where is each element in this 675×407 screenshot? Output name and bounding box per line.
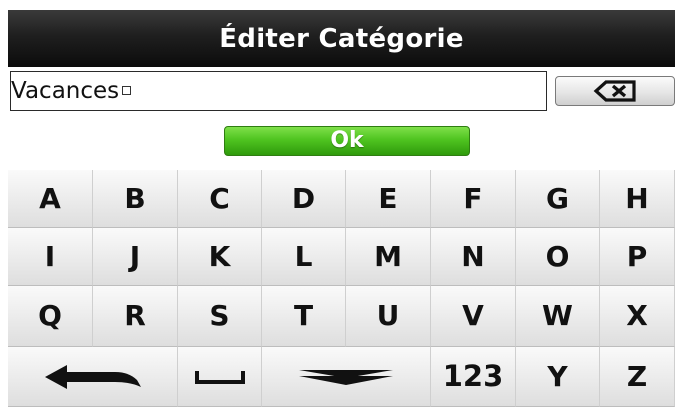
page-title: Éditer Catégorie	[219, 23, 464, 54]
title-bar: Éditer Catégorie	[8, 10, 675, 67]
key-v[interactable]: V	[431, 286, 516, 347]
key-s[interactable]: S	[178, 286, 262, 347]
key-label: Q	[38, 299, 62, 332]
key-label: K	[208, 239, 231, 273]
key-w[interactable]: W	[516, 286, 600, 347]
key-m[interactable]: M	[346, 228, 431, 286]
key-label: L	[294, 239, 313, 273]
key-u[interactable]: U	[346, 286, 431, 347]
key-label: R	[124, 299, 146, 332]
key-o[interactable]: O	[516, 228, 600, 286]
key-label: C	[209, 181, 230, 215]
key-label: V	[462, 299, 484, 332]
key-label: D	[291, 181, 316, 215]
ok-row: Ok	[8, 116, 675, 168]
ok-button-label: Ok	[330, 128, 364, 153]
key-label: S	[209, 299, 230, 332]
key-label: X	[626, 299, 648, 332]
key-label: E	[378, 181, 398, 215]
key-label: H	[625, 181, 649, 215]
key-e[interactable]: E	[346, 170, 431, 228]
space-key[interactable]	[178, 347, 262, 407]
text-cursor	[122, 85, 132, 95]
backspace-icon	[593, 80, 636, 102]
key-label: O	[545, 239, 570, 273]
key-c[interactable]: C	[178, 170, 262, 228]
space-icon	[194, 370, 245, 384]
key-p[interactable]: P	[600, 228, 675, 286]
key-t[interactable]: T	[262, 286, 346, 347]
key-b[interactable]: B	[93, 170, 178, 228]
key-g[interactable]: G	[516, 170, 600, 228]
key-label: N	[461, 239, 485, 273]
key-x[interactable]: X	[600, 286, 675, 347]
hide-keyboard-icon	[299, 369, 393, 385]
key-label: B	[124, 181, 146, 215]
key-label: I	[44, 239, 56, 273]
key-label: Y	[547, 359, 568, 393]
numbers-key[interactable]: 123	[431, 347, 516, 407]
backspace-button[interactable]	[555, 76, 675, 106]
key-label: G	[546, 181, 569, 215]
category-name-value: Vacances	[11, 78, 120, 104]
key-label: W	[542, 299, 573, 332]
key-label: U	[376, 299, 400, 332]
key-label: J	[129, 239, 141, 273]
key-z[interactable]: Z	[600, 347, 675, 407]
key-r[interactable]: R	[93, 286, 178, 347]
back-key[interactable]	[8, 347, 178, 407]
on-screen-keyboard: A B C D E F G H I J K L M N O P Q R S T …	[8, 170, 675, 407]
key-label: M	[374, 239, 402, 273]
key-label: Z	[626, 359, 648, 393]
key-label: F	[463, 181, 483, 215]
key-n[interactable]: N	[431, 228, 516, 286]
key-f[interactable]: F	[431, 170, 516, 228]
key-label: P	[626, 239, 648, 273]
key-i[interactable]: I	[8, 228, 93, 286]
category-name-input[interactable]: Vacances	[10, 71, 547, 111]
key-y[interactable]: Y	[516, 347, 600, 407]
input-row: Vacances	[8, 70, 675, 114]
numbers-key-label: 123	[442, 359, 504, 393]
hide-keyboard-key[interactable]	[262, 347, 431, 407]
key-l[interactable]: L	[262, 228, 346, 286]
key-h[interactable]: H	[600, 170, 675, 228]
screen: Éditer Catégorie Vacances Ok A B C D E F…	[0, 0, 675, 407]
key-a[interactable]: A	[8, 170, 93, 228]
key-k[interactable]: K	[178, 228, 262, 286]
key-d[interactable]: D	[262, 170, 346, 228]
ok-button[interactable]: Ok	[224, 126, 470, 156]
key-label: T	[293, 299, 314, 332]
key-q[interactable]: Q	[8, 286, 93, 347]
key-label: A	[39, 181, 61, 215]
key-j[interactable]: J	[93, 228, 178, 286]
back-arrow-icon	[44, 364, 141, 389]
